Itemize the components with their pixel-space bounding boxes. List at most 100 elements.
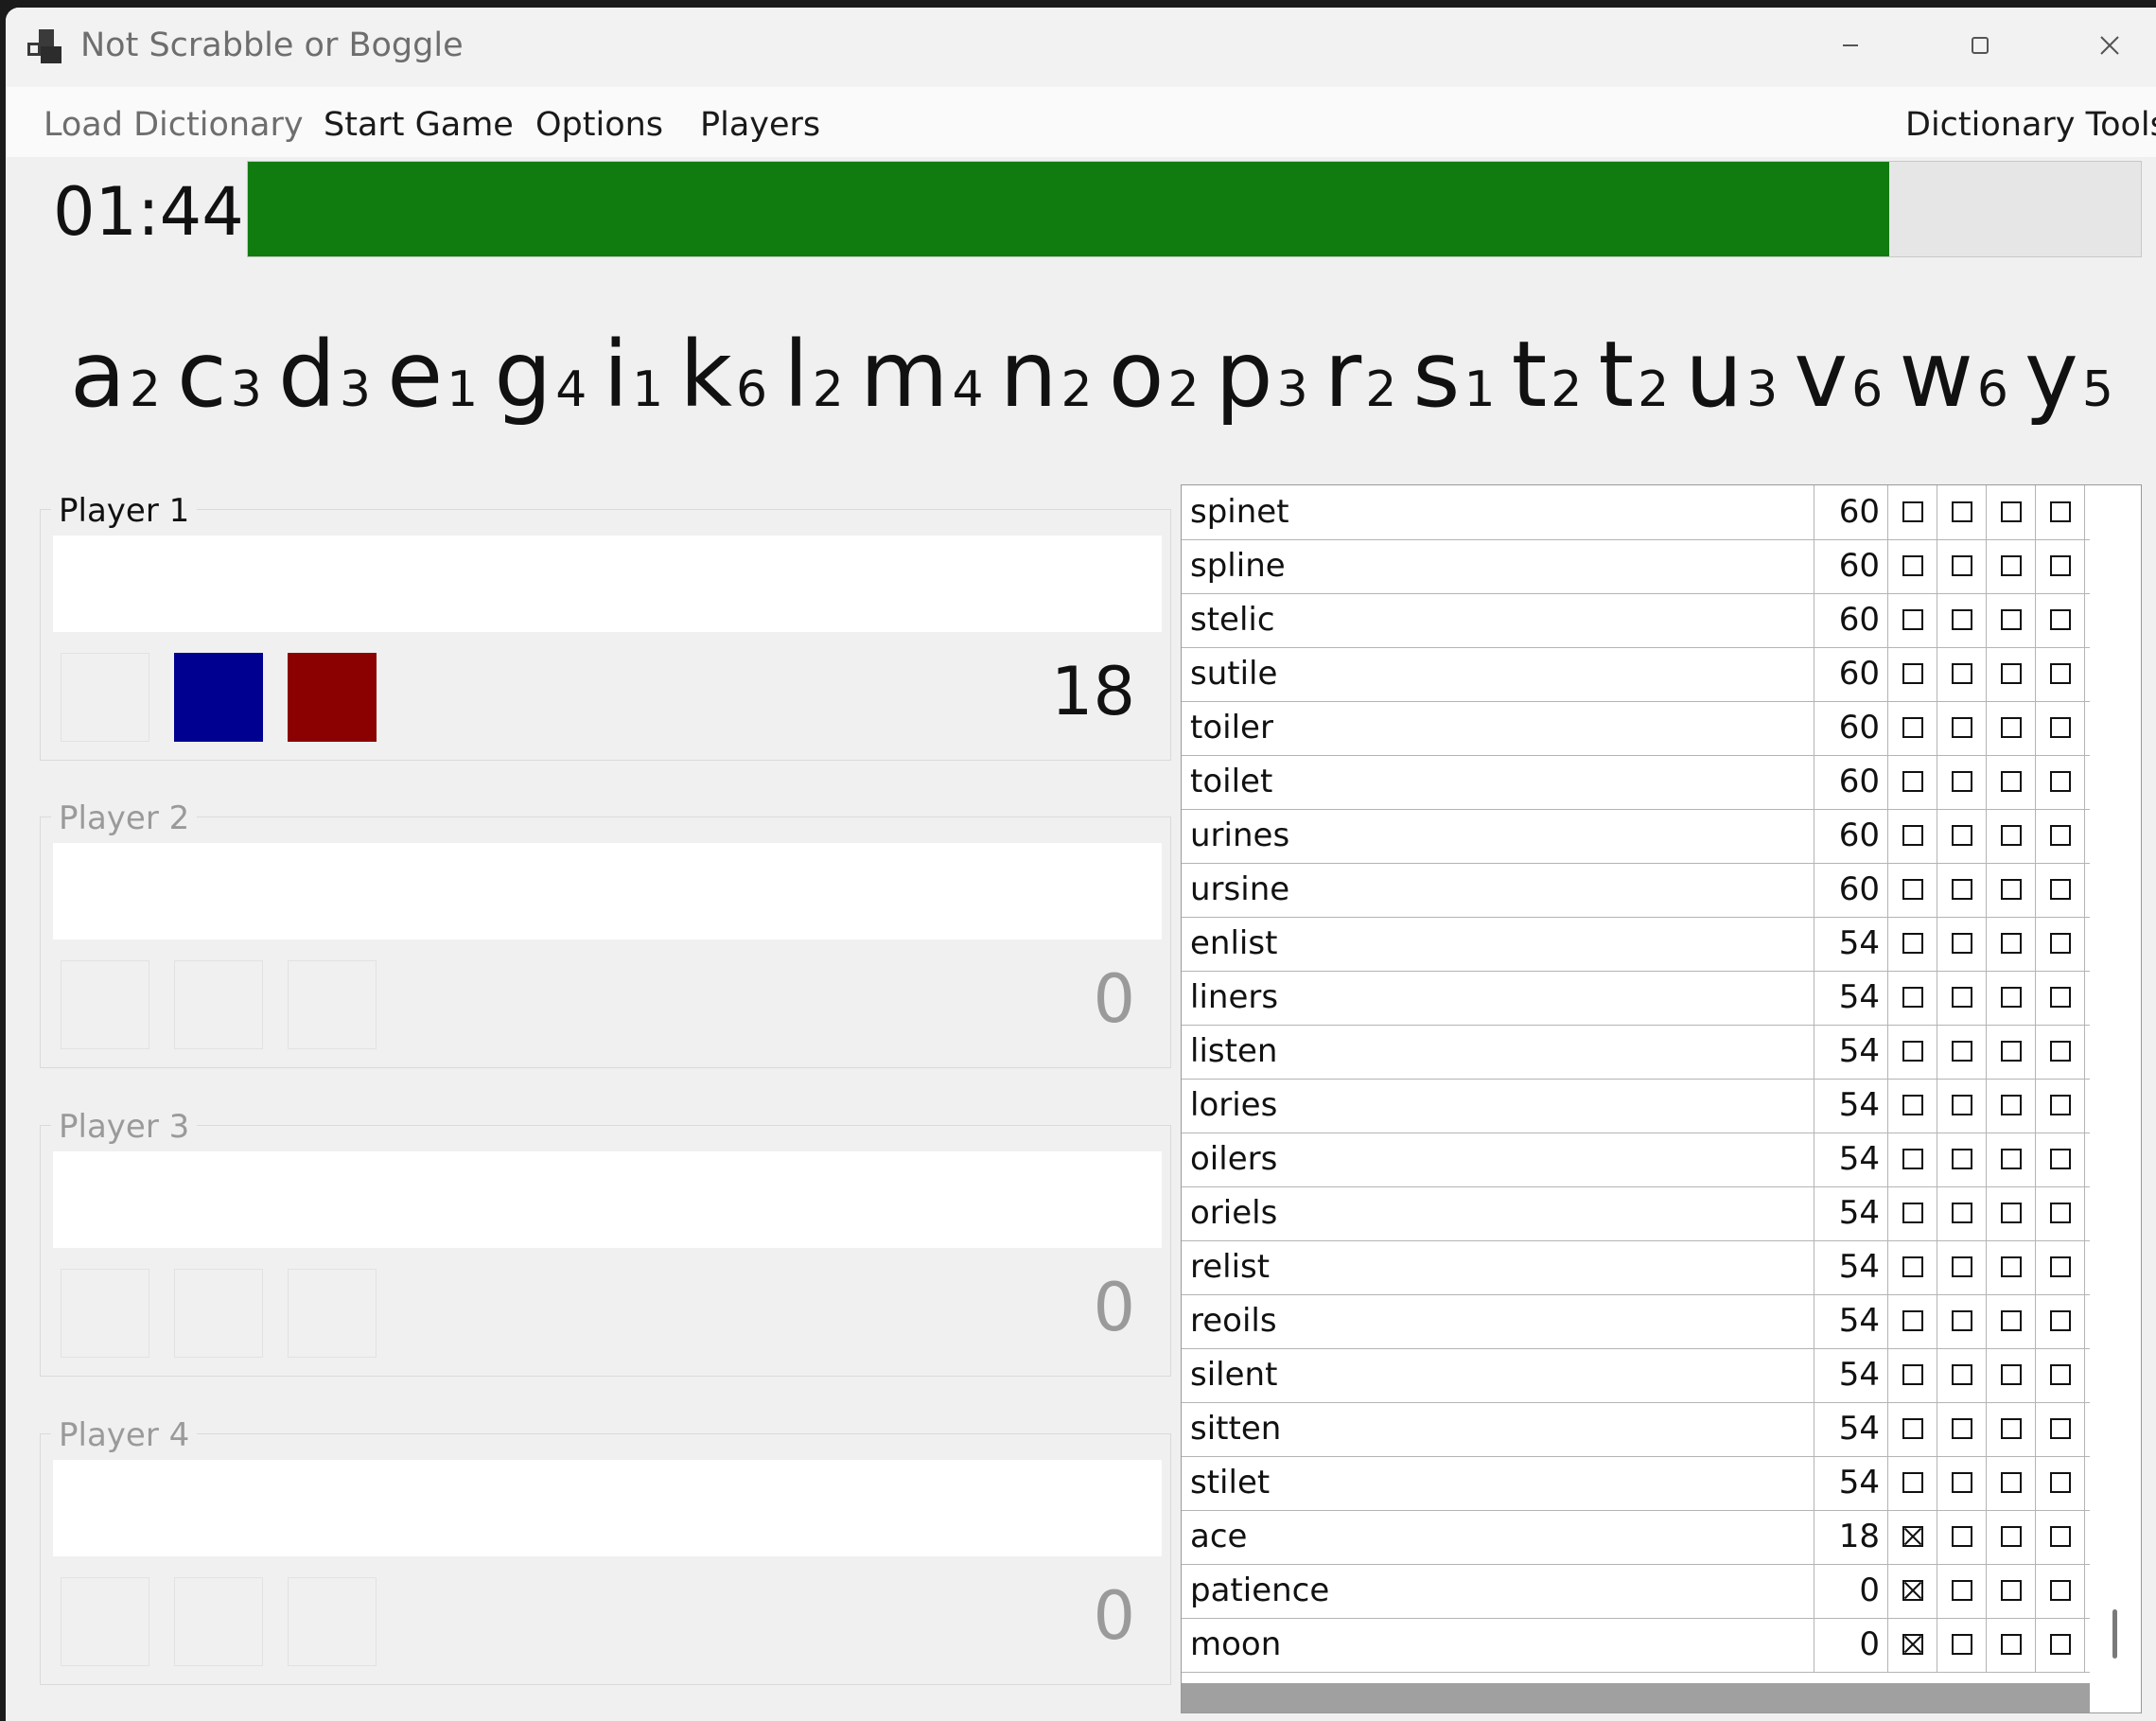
checkbox[interactable] — [1902, 1149, 1923, 1169]
checkbox[interactable] — [2050, 1310, 2071, 1331]
letter-tile[interactable]: t2 — [1598, 329, 1669, 420]
table-row[interactable]: oriels 54 — [1182, 1186, 2090, 1241]
checkbox[interactable] — [2001, 987, 2022, 1008]
letter-tile[interactable]: u3 — [1685, 329, 1778, 420]
letter-tile[interactable]: m4 — [860, 329, 984, 420]
checkbox[interactable] — [1952, 879, 1972, 900]
checkbox[interactable] — [2050, 771, 2071, 792]
table-row[interactable]: silent 54 — [1182, 1348, 2090, 1403]
menu-options[interactable]: Options — [535, 106, 663, 144]
checkbox[interactable] — [1902, 1203, 1923, 1223]
checkbox[interactable] — [2050, 1580, 2071, 1601]
checkbox[interactable] — [1952, 1418, 1972, 1439]
checkbox[interactable] — [2050, 663, 2071, 684]
checkbox[interactable] — [1902, 1634, 1923, 1655]
checkbox[interactable] — [2001, 555, 2022, 576]
letter-tile[interactable]: c3 — [177, 329, 262, 420]
table-row[interactable]: toiler 60 — [1182, 701, 2090, 756]
checkbox[interactable] — [1902, 1526, 1923, 1547]
checkbox[interactable] — [2050, 1041, 2071, 1062]
checkbox[interactable] — [2001, 1203, 2022, 1223]
checkbox[interactable] — [1952, 1526, 1972, 1547]
title-bar[interactable]: Not Scrabble or Boggle — [6, 8, 2156, 87]
checkbox[interactable] — [2050, 987, 2071, 1008]
table-row[interactable]: ursine 60 — [1182, 863, 2090, 918]
letter-tile[interactable]: r2 — [1324, 329, 1397, 420]
letter-tile[interactable]: g4 — [494, 329, 587, 420]
table-row[interactable]: sitten 54 — [1182, 1402, 2090, 1457]
checkbox[interactable] — [1952, 609, 1972, 630]
table-row[interactable]: listen 54 — [1182, 1025, 2090, 1080]
letter-tile[interactable]: s1 — [1412, 329, 1495, 420]
checkbox[interactable] — [1902, 1580, 1923, 1601]
table-row[interactable]: spline 60 — [1182, 539, 2090, 594]
player-word-input[interactable] — [53, 1460, 1162, 1556]
checkbox[interactable] — [1902, 987, 1923, 1008]
letter-tile[interactable]: w6 — [1899, 329, 2008, 420]
letter-tile[interactable]: k6 — [679, 329, 767, 420]
checkbox[interactable] — [1902, 1256, 1923, 1277]
checkbox[interactable] — [2050, 1095, 2071, 1115]
checkbox[interactable] — [1902, 1095, 1923, 1115]
letter-tile[interactable]: y5 — [2025, 329, 2113, 420]
checkbox[interactable] — [1952, 1149, 1972, 1169]
checkbox[interactable] — [2050, 1203, 2071, 1223]
checkbox[interactable] — [2050, 1149, 2071, 1169]
checkbox[interactable] — [2050, 1634, 2071, 1655]
player-word-input[interactable] — [53, 1151, 1162, 1248]
checkbox[interactable] — [2050, 1256, 2071, 1277]
checkbox[interactable] — [2050, 825, 2071, 846]
player-word-input[interactable] — [53, 843, 1162, 940]
checkbox[interactable] — [1952, 1203, 1972, 1223]
checkbox[interactable] — [1902, 771, 1923, 792]
table-row[interactable]: oilers 54 — [1182, 1133, 2090, 1187]
checkbox[interactable] — [2050, 1472, 2071, 1493]
player-color-slot[interactable] — [288, 960, 377, 1049]
checkbox[interactable] — [1952, 1041, 1972, 1062]
checkbox[interactable] — [2001, 1526, 2022, 1547]
checkbox[interactable] — [2001, 609, 2022, 630]
checkbox[interactable] — [1902, 933, 1923, 954]
table-row[interactable]: urines 60 — [1182, 809, 2090, 864]
checkbox[interactable] — [2001, 771, 2022, 792]
checkbox[interactable] — [1902, 1472, 1923, 1493]
table-row[interactable]: enlist 54 — [1182, 917, 2090, 972]
table-row[interactable]: sutile 60 — [1182, 647, 2090, 702]
checkbox[interactable] — [1952, 1472, 1972, 1493]
checkbox[interactable] — [2001, 501, 2022, 522]
checkbox[interactable] — [2050, 555, 2071, 576]
player-color-slot[interactable] — [174, 653, 263, 742]
player-word-input[interactable] — [53, 536, 1162, 632]
checkbox[interactable] — [2050, 1526, 2071, 1547]
checkbox[interactable] — [1902, 1041, 1923, 1062]
checkbox[interactable] — [2001, 1310, 2022, 1331]
player-color-slot[interactable] — [288, 1269, 377, 1358]
checkbox[interactable] — [2001, 717, 2022, 738]
letter-tile[interactable]: v6 — [1794, 329, 1883, 420]
table-row[interactable]: toilet 60 — [1182, 755, 2090, 810]
letter-tile[interactable]: t2 — [1512, 329, 1583, 420]
checkbox[interactable] — [1902, 1364, 1923, 1385]
close-button[interactable] — [2081, 21, 2138, 70]
checkbox[interactable] — [2001, 1095, 2022, 1115]
checkbox[interactable] — [1952, 717, 1972, 738]
checkbox[interactable] — [2001, 1472, 2022, 1493]
checkbox[interactable] — [1952, 987, 1972, 1008]
checkbox[interactable] — [2050, 933, 2071, 954]
letter-tile[interactable]: a2 — [70, 329, 161, 420]
checkbox[interactable] — [1902, 501, 1923, 522]
checkbox[interactable] — [2050, 879, 2071, 900]
checkbox[interactable] — [2001, 1418, 2022, 1439]
checkbox[interactable] — [1952, 933, 1972, 954]
checkbox[interactable] — [1952, 1634, 1972, 1655]
checkbox[interactable] — [2001, 1041, 2022, 1062]
table-row[interactable]: patience 0 — [1182, 1564, 2090, 1619]
menu-dictionary-tools[interactable]: Dictionary Tools — [1905, 106, 2156, 144]
checkbox[interactable] — [1952, 501, 1972, 522]
checkbox[interactable] — [2001, 933, 2022, 954]
menu-players[interactable]: Players — [700, 106, 820, 144]
letter-tile[interactable]: i1 — [603, 329, 663, 420]
player-color-slot[interactable] — [174, 960, 263, 1049]
checkbox[interactable] — [2001, 1634, 2022, 1655]
player-color-slot[interactable] — [288, 653, 377, 742]
